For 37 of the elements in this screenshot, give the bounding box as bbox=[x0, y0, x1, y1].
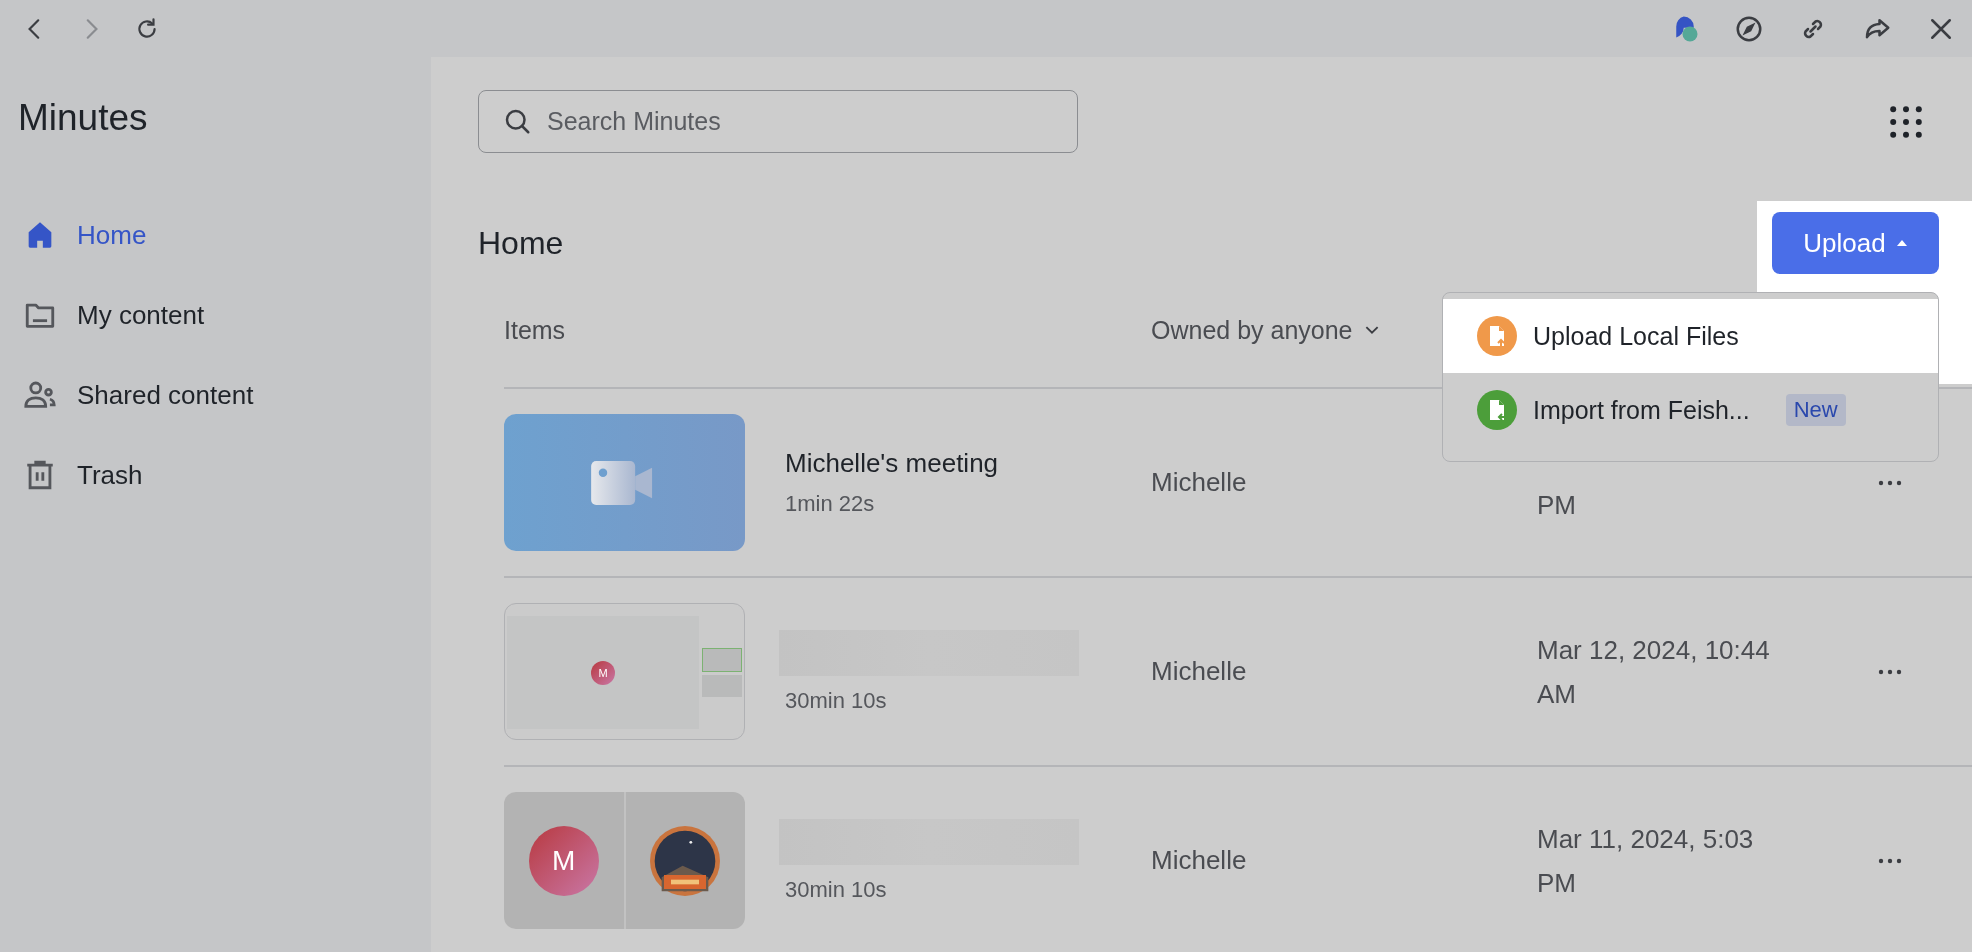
page-title: Home bbox=[478, 224, 564, 262]
screen-thumbnail[interactable]: M bbox=[504, 603, 745, 740]
owner-filter[interactable]: Owned by anyone bbox=[1151, 316, 1379, 345]
upload-button[interactable]: Upload bbox=[1772, 212, 1939, 274]
app-title: Minutes bbox=[18, 97, 148, 139]
video-thumbnail[interactable] bbox=[504, 414, 745, 551]
video-tile bbox=[702, 648, 742, 672]
avatar: M bbox=[591, 660, 615, 685]
meeting-title[interactable]: Michelle's meeting bbox=[785, 448, 1151, 479]
menu-item[interactable]: Upload Local Files bbox=[1443, 299, 1938, 373]
owner-cell-text: Michelle bbox=[1151, 656, 1248, 687]
owner-cell-text: Michelle bbox=[1151, 845, 1248, 876]
column-header: Items bbox=[504, 316, 567, 345]
date-cell-text: Mar 12, 2024, 10:44 AM bbox=[1537, 633, 1771, 711]
more-icon[interactable] bbox=[1877, 668, 1903, 675]
chevron-icon bbox=[1364, 326, 1379, 335]
more-icon[interactable] bbox=[1877, 479, 1903, 486]
more-icon[interactable] bbox=[1877, 857, 1903, 864]
sidebar-item[interactable]: Home bbox=[18, 195, 147, 275]
sidebar-item[interactable]: My content bbox=[18, 275, 205, 355]
file-icon bbox=[1477, 316, 1517, 356]
sidebar-item[interactable]: Shared content bbox=[18, 355, 254, 435]
duration-text: 1min 22s bbox=[785, 491, 876, 517]
duration-text: 30min 10s bbox=[785, 876, 888, 903]
date-cell-text: Mar 11, 2024, 5:03 PM bbox=[1537, 822, 1755, 900]
duration-text: 30min 10s bbox=[785, 687, 888, 714]
app-grid-icon[interactable] bbox=[1890, 105, 1922, 138]
menu-item[interactable]: Import from Feish... New bbox=[1443, 373, 1938, 447]
sidebar-item[interactable]: Trash bbox=[18, 435, 143, 515]
avatar: M bbox=[528, 825, 599, 896]
meeting-thumbnail[interactable]: M bbox=[504, 792, 745, 929]
caret-icon bbox=[1895, 239, 1908, 247]
new-badge: New bbox=[1785, 394, 1846, 426]
file-icon bbox=[1477, 390, 1517, 430]
owner-cell-text: Michelle bbox=[1151, 467, 1248, 498]
search-field[interactable]: Search Minutes bbox=[478, 90, 1078, 153]
date-cell-text: PM bbox=[1537, 488, 1577, 522]
